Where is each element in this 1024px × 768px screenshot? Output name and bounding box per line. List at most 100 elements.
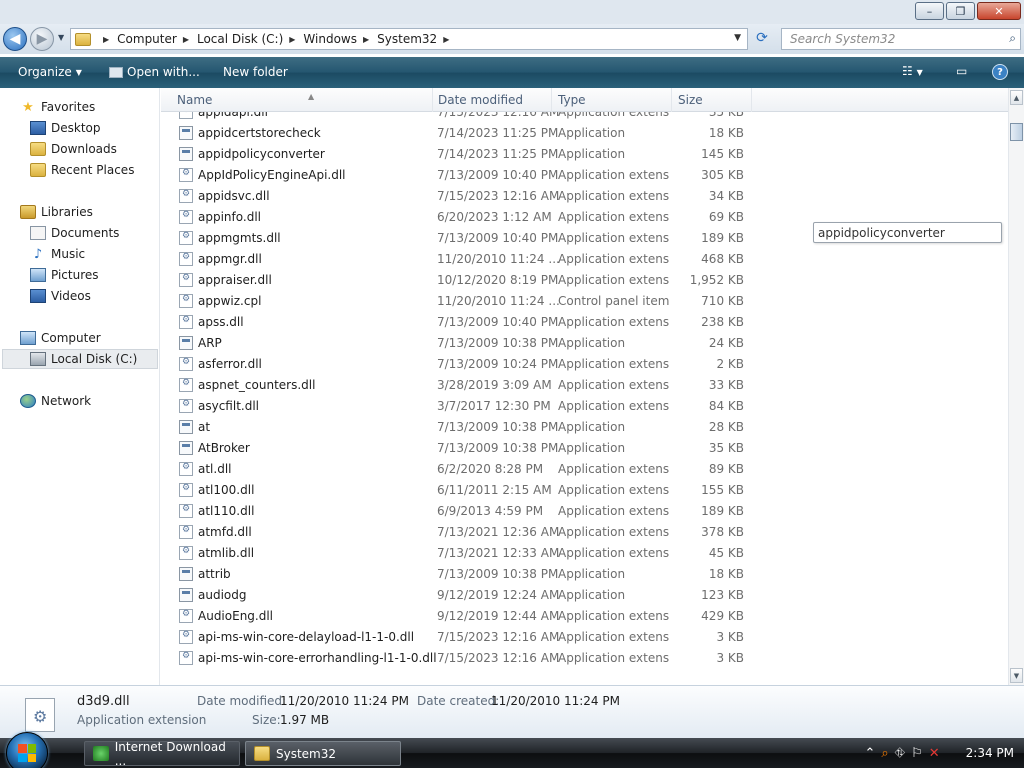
scroll-thumb[interactable] — [1010, 123, 1023, 141]
recent-pages-dropdown[interactable]: ▼ — [58, 33, 64, 42]
file-row[interactable]: appmgr.dll 11/20/2010 11:24 ...Applicatio… — [161, 249, 761, 270]
file-row[interactable]: at 7/13/2009 10:38 PM Application 28 KB — [161, 417, 761, 438]
clock[interactable]: 2:34 PM — [966, 746, 1014, 760]
help-button[interactable]: ? — [992, 64, 1008, 80]
nav-network[interactable]: Network — [20, 391, 178, 411]
file-row[interactable]: ARP 7/13/2009 10:38 PM Application 24 KB — [161, 333, 761, 354]
file-name: appinfo.dll — [198, 210, 261, 224]
tray-action-icon[interactable]: ⚐ — [911, 746, 923, 761]
file-row[interactable]: appidapi.dll 7/15/2023 12:16 AMApplicatio… — [161, 112, 761, 123]
scroll-up-arrow[interactable]: ▲ — [1010, 90, 1023, 105]
file-row[interactable]: asferror.dll 7/13/2009 10:24 PMApplicatio… — [161, 354, 761, 375]
details-pane: d3d9.dll Application extension Date modi… — [0, 685, 1024, 738]
taskbar-system32[interactable]: System32 — [245, 741, 401, 766]
nav-favorites[interactable]: ★ Favorites — [20, 97, 178, 117]
file-row[interactable]: appmgmts.dll 7/13/2009 10:40 PMApplicatio… — [161, 228, 761, 249]
column-size[interactable]: Size — [672, 88, 752, 112]
back-button[interactable]: ◀ — [3, 27, 27, 51]
file-type: Application — [558, 441, 626, 455]
file-size: 189 KB — [701, 231, 744, 245]
tray-network-icon[interactable]: ⛗ — [895, 746, 905, 761]
close-button[interactable]: ✕ — [977, 2, 1021, 20]
help-icon: ? — [992, 64, 1008, 80]
file-row[interactable]: api-ms-win-core-errorhandling-l1-1-0.dll… — [161, 648, 761, 669]
dll-file-icon — [179, 273, 193, 287]
details-size-label: Size: — [252, 713, 281, 727]
breadcrumb-computer[interactable]: Computer ▶ — [117, 32, 197, 46]
file-row[interactable]: asycfilt.dll 3/7/2017 12:30 PM Application… — [161, 396, 761, 417]
views-button[interactable]: ☷ ▼ — [902, 64, 923, 78]
file-type: Application extens... — [558, 504, 670, 518]
tray-search-icon[interactable]: ⌕ — [881, 746, 888, 761]
application-icon — [179, 147, 193, 161]
file-type: Application extens... — [558, 273, 670, 287]
vertical-scrollbar[interactable]: ▲ ▼ — [1008, 88, 1024, 685]
file-row[interactable]: appidcertstorecheck 7/14/2023 11:25 PM App… — [161, 123, 761, 144]
breadcrumb-system32[interactable]: System32 ▶ — [377, 32, 457, 46]
navigation-pane: ★ Favorites Desktop Downloads Recent Plac… — [0, 88, 160, 685]
file-name: atl.dll — [198, 462, 232, 476]
breadcrumb-separator[interactable]: ▶ — [103, 35, 109, 44]
breadcrumb-windows[interactable]: Windows ▶ — [303, 32, 377, 46]
file-row[interactable]: apss.dll 7/13/2009 10:40 PMApplication ex… — [161, 312, 761, 333]
minimize-button[interactable]: – — [915, 2, 944, 20]
address-dropdown[interactable]: ▼ — [734, 33, 741, 43]
tray-expand-icon[interactable]: ⌃ — [864, 746, 875, 761]
dll-file-icon — [179, 168, 193, 182]
file-row[interactable]: atmfd.dll 7/13/2021 12:36 AMApplication e… — [161, 522, 761, 543]
file-row[interactable]: AppIdPolicyEngineApi.dll 7/13/2009 10:40 … — [161, 165, 761, 186]
file-row[interactable]: appraiser.dll 10/12/2020 8:19 PMApplicati… — [161, 270, 761, 291]
column-name[interactable]: Name ▲ — [171, 88, 433, 112]
nav-local-disk[interactable]: Local Disk (C:) — [2, 349, 158, 369]
scroll-down-arrow[interactable]: ▼ — [1010, 668, 1023, 683]
file-size: 69 KB — [708, 210, 744, 224]
file-row[interactable]: atl.dll 6/2/2020 8:28 PM Application exten… — [161, 459, 761, 480]
drive-icon — [30, 352, 46, 366]
file-row[interactable]: appinfo.dll 6/20/2023 1:12 AM Application … — [161, 207, 761, 228]
search-icon[interactable]: ⌕ — [1009, 31, 1016, 46]
tray-volume-icon[interactable]: ✕ — [929, 746, 940, 761]
open-with-button[interactable]: Open with... — [109, 65, 200, 79]
file-date: 7/13/2009 10:38 PM — [437, 567, 559, 581]
idm-icon — [93, 746, 109, 761]
file-row[interactable]: aspnet_counters.dll 3/28/2019 3:09 AM Appl… — [161, 375, 761, 396]
nav-computer[interactable]: Computer — [20, 328, 178, 348]
start-button[interactable] — [6, 732, 48, 768]
file-type: Application extens... — [558, 546, 670, 560]
new-folder-button[interactable]: New folder — [223, 65, 288, 79]
refresh-button[interactable]: ⟳ — [752, 30, 772, 48]
file-name: appidcertstorecheck — [198, 126, 321, 140]
file-name: asycfilt.dll — [198, 399, 260, 413]
nav-libraries[interactable]: Libraries — [20, 202, 178, 222]
file-row[interactable]: attrib 7/13/2009 10:38 PM Application 18 KB — [161, 564, 761, 585]
file-row[interactable]: AudioEng.dll 9/12/2019 12:44 AMApplicatio… — [161, 606, 761, 627]
details-filename: d3d9.dll — [77, 694, 130, 709]
file-date: 11/20/2010 11:24 ... — [437, 294, 560, 308]
file-date: 9/12/2019 12:44 AM — [437, 609, 560, 623]
search-input[interactable]: Search System32 ⌕ — [781, 28, 1021, 50]
file-row[interactable]: api-ms-win-core-delayload-l1-1-0.dll 7/15… — [161, 627, 761, 648]
forward-button[interactable]: ▶ — [30, 27, 54, 51]
preview-pane-button[interactable]: ▭ — [956, 64, 967, 78]
breadcrumb-local-disk[interactable]: Local Disk (C:) ▶ — [197, 32, 303, 46]
organize-button[interactable]: Organize ▼ — [18, 65, 82, 79]
windows-logo-icon — [18, 744, 36, 762]
file-row[interactable]: atmlib.dll 7/13/2021 12:33 AMApplication … — [161, 543, 761, 564]
dll-file-icon — [179, 252, 193, 266]
column-type[interactable]: Type — [552, 88, 672, 112]
file-row[interactable]: atl110.dll 6/9/2013 4:59 PM Application ex… — [161, 501, 761, 522]
rename-box[interactable]: appidpolicyconverter — [813, 222, 1002, 243]
column-headers: Name ▲ Date modified Type Size — [161, 88, 1008, 112]
maximize-button[interactable]: ❐ — [946, 2, 975, 20]
file-row[interactable]: AtBroker 7/13/2009 10:38 PM Application 35 … — [161, 438, 761, 459]
file-type: Application extens... — [558, 462, 670, 476]
file-row[interactable]: appidpolicyconverter 7/14/2023 11:25 PM Ap… — [161, 144, 761, 165]
file-row[interactable]: appwiz.cpl 11/20/2010 11:24 ...Control pa… — [161, 291, 761, 312]
column-date[interactable]: Date modified — [432, 88, 552, 112]
file-row[interactable]: audiodg 9/12/2019 12:24 AM Application 123 … — [161, 585, 761, 606]
file-size: 1,952 KB — [689, 273, 744, 287]
address-bar[interactable]: ▶ Computer ▶ Local Disk (C:) ▶ Windows ▶ Sy… — [70, 28, 748, 50]
file-row[interactable]: appidsvc.dll 7/15/2023 12:16 AMApplicatio… — [161, 186, 761, 207]
taskbar-internet-download[interactable]: Internet Download ... — [84, 740, 240, 768]
file-row[interactable]: atl100.dll 6/11/2011 2:15 AM Application e… — [161, 480, 761, 501]
